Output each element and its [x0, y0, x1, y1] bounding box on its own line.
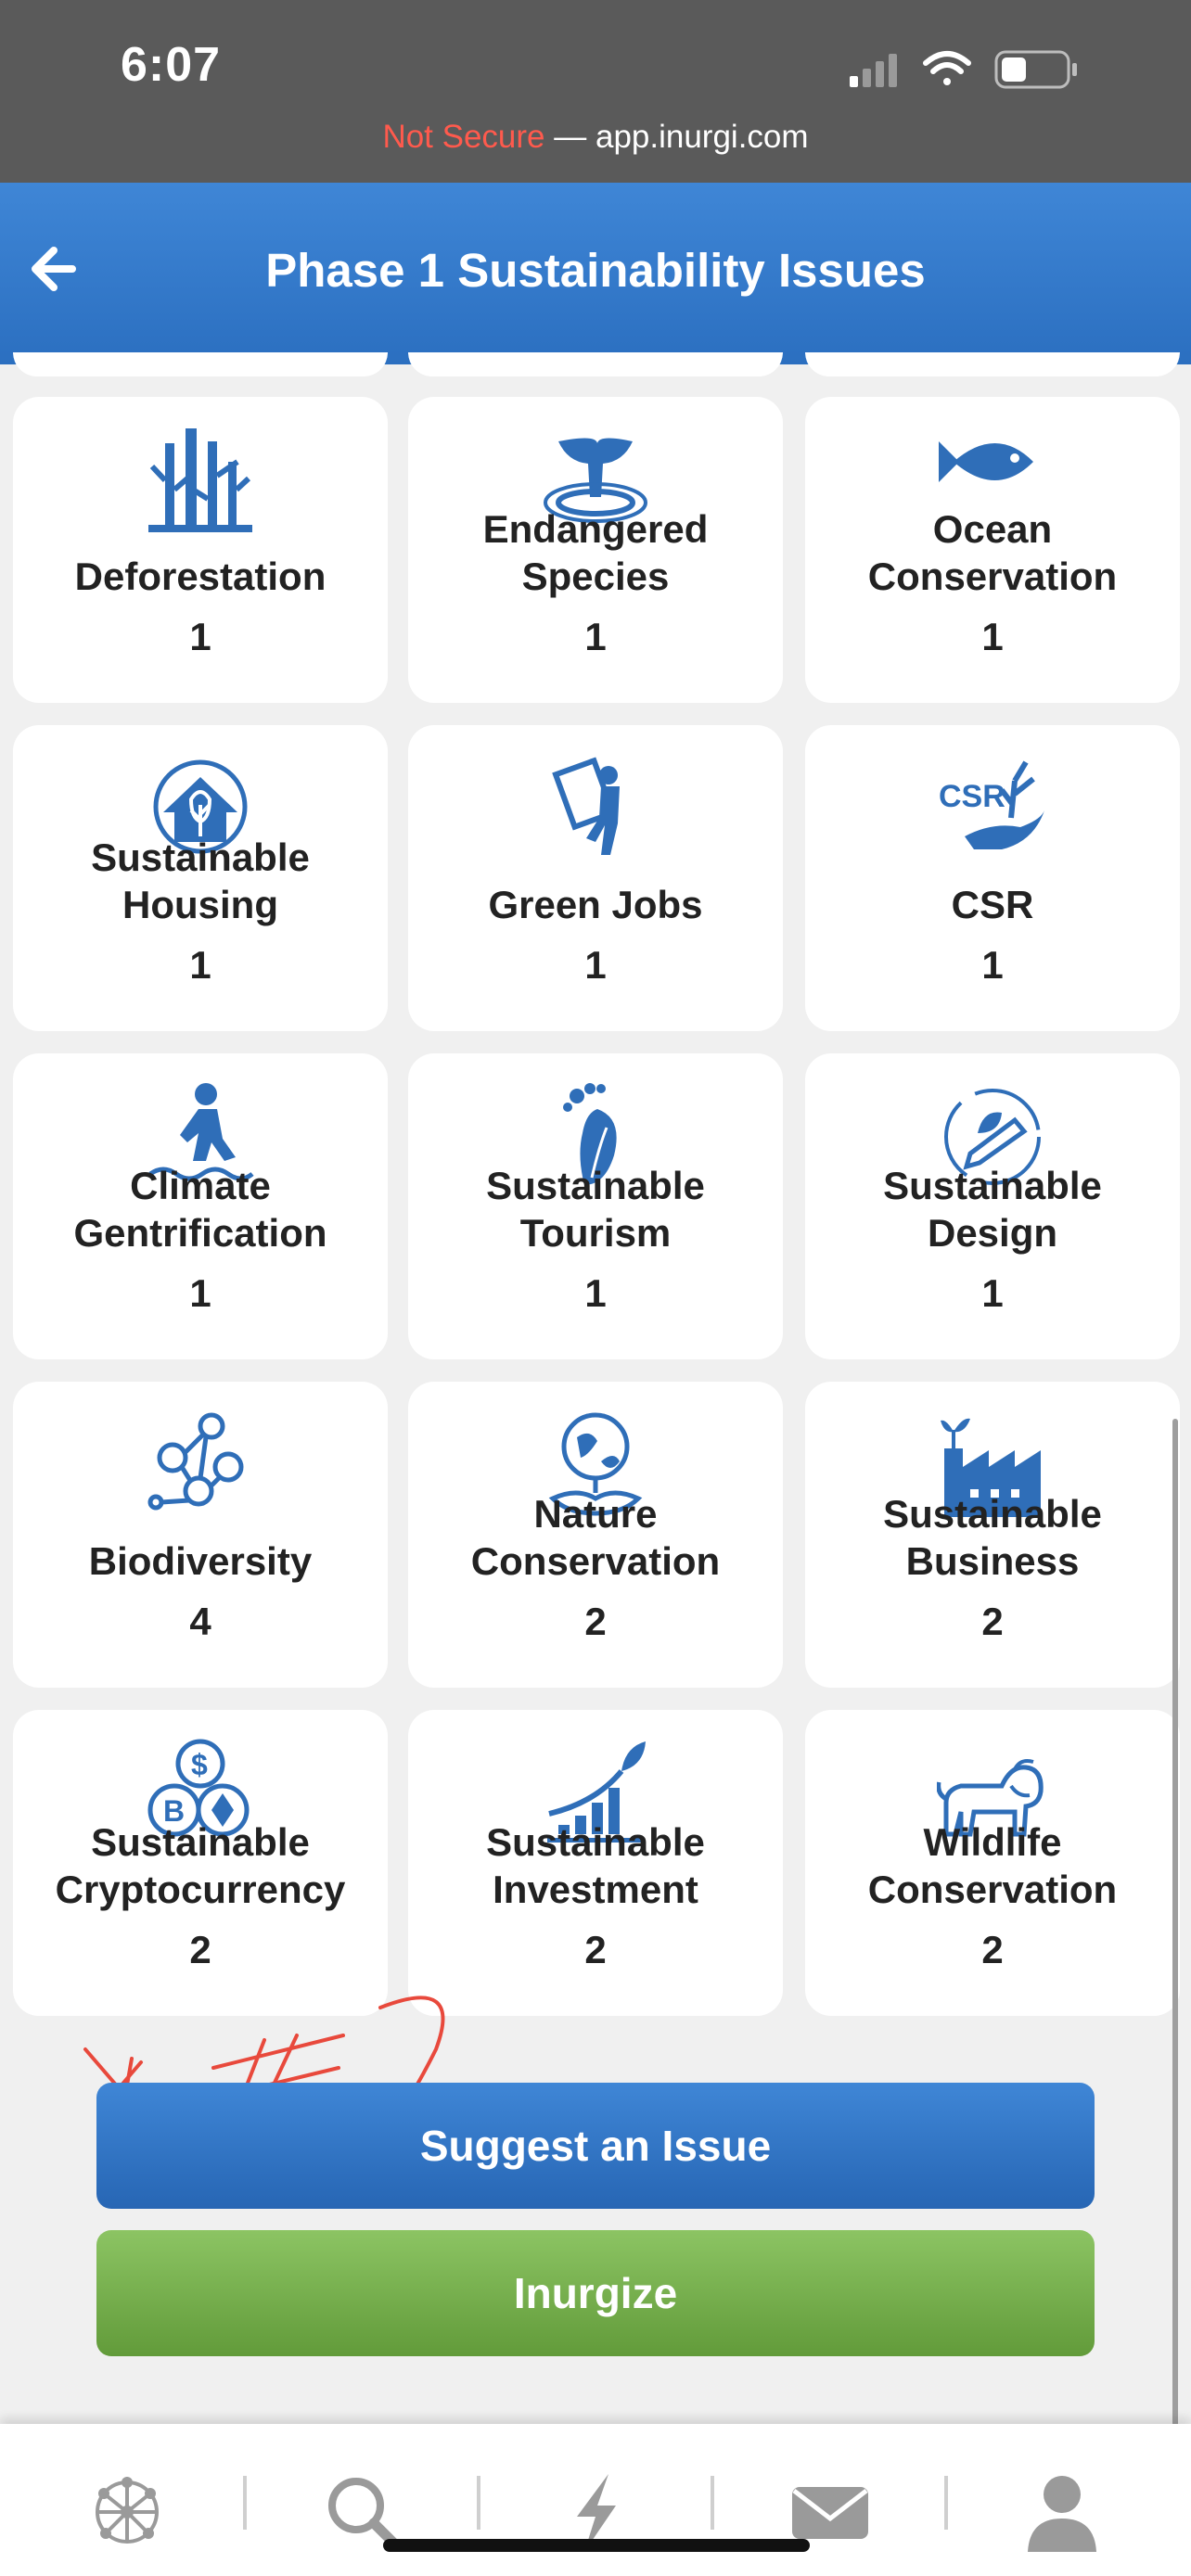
issue-card[interactable]: CSR CSR 1	[805, 725, 1180, 1031]
issue-card[interactable]: Biodiversity 4	[13, 1382, 388, 1688]
deforestation-icon	[148, 428, 252, 532]
issue-name: Sustainable Housing	[91, 835, 310, 926]
issue-card[interactable]: $ B Sustainable Cryptocurrency 2	[13, 1710, 388, 2016]
issue-count: 1	[584, 1271, 607, 1315]
issue-card[interactable]: Nature Conservation 2	[408, 1382, 783, 1688]
scrollbar[interactable]	[1172, 1419, 1178, 2448]
worker-panel-icon	[552, 757, 620, 855]
status-time: 6:07	[121, 38, 222, 92]
issue-card[interactable]: Sustainable Tourism 1	[408, 1053, 783, 1359]
issue-card[interactable]: Climate Gentrification 1	[13, 1053, 388, 1359]
page-title: Phase 1 Sustainability Issues	[265, 244, 926, 297]
issue-name: Climate Gentrification	[73, 1164, 327, 1255]
url-bar[interactable]: Not Secure — app.inurgi.com	[0, 119, 1191, 156]
app-header: Phase 1 Sustainability Issues	[0, 183, 1191, 364]
nav-divider	[944, 2476, 948, 2530]
issue-name: Sustainable Design	[883, 1164, 1102, 1255]
issue-card[interactable]: Green Jobs 1	[408, 725, 783, 1031]
wifi-icon	[923, 51, 971, 85]
not-secure-label: Not Secure	[382, 119, 545, 155]
issue-card[interactable]: Sustainable Business 2	[805, 1382, 1180, 1688]
network-icon[interactable]	[85, 2470, 169, 2554]
issue-count: 2	[584, 1600, 607, 1643]
issue-count: 1	[981, 615, 1004, 658]
issue-count: 1	[584, 943, 607, 987]
issue-name: Sustainable Business	[883, 1492, 1102, 1583]
issue-card[interactable]: Endangered Species 1	[408, 397, 783, 703]
issue-card[interactable]: Ocean Conservation 1	[805, 397, 1180, 703]
issue-card[interactable]: Sustainable Housing 1	[13, 725, 388, 1031]
issue-count: 1	[189, 1271, 211, 1315]
issue-name: Wildlife Conservation	[867, 1820, 1118, 1911]
csr-hand-plant-icon: CSR	[939, 760, 1044, 849]
bottom-nav	[0, 2424, 1191, 2576]
issue-name: Sustainable Investment	[486, 1820, 705, 1911]
battery-icon	[994, 50, 1077, 89]
status-bar: 6:07 Not Secure — app.inurgi.com	[0, 0, 1191, 183]
issue-card[interactable]: Sustainable Investment 2	[408, 1710, 783, 2016]
issue-name: Nature Conservation	[470, 1492, 721, 1583]
scrolled-cards-edge	[0, 352, 1191, 376]
home-indicator	[383, 2539, 810, 2552]
nav-divider	[477, 2476, 480, 2530]
issue-name: Green Jobs	[488, 883, 703, 926]
issue-count: 1	[189, 943, 211, 987]
issue-card[interactable]: Deforestation 1	[13, 397, 388, 703]
issue-count: 1	[189, 615, 211, 658]
issue-count: 1	[981, 943, 1004, 987]
issue-count: 2	[981, 1928, 1004, 1971]
issue-count: 4	[189, 1600, 211, 1643]
svg-text:CSR: CSR	[939, 779, 1005, 814]
issue-name: Sustainable Tourism	[486, 1164, 705, 1255]
url-host: app.inurgi.com	[595, 119, 809, 155]
issue-name: Ocean Conservation	[867, 507, 1118, 598]
issue-count: 2	[981, 1600, 1004, 1643]
signal-icon	[850, 54, 897, 87]
issue-name: Sustainable Cryptocurrency	[55, 1820, 346, 1911]
issue-count: 1	[584, 615, 607, 658]
issue-name: Deforestation	[74, 555, 327, 598]
issue-count: 2	[189, 1928, 211, 1971]
issue-count: 2	[584, 1928, 607, 1971]
issue-name: Biodiversity	[88, 1539, 313, 1583]
profile-icon[interactable]	[1020, 2470, 1104, 2554]
issue-card[interactable]: Sustainable Design 1	[805, 1053, 1180, 1359]
suggest-issue-button[interactable]: Suggest an Issue	[96, 2083, 1095, 2209]
svg-text:$: $	[191, 1748, 208, 1781]
issue-name: Endangered Species	[482, 507, 709, 598]
biodiversity-network-icon	[147, 1412, 244, 1511]
inurgize-button[interactable]: Inurgize	[96, 2230, 1095, 2356]
issue-name: CSR	[951, 883, 1034, 926]
status-icons	[850, 50, 1077, 89]
issue-card[interactable]: Wildlife Conservation 2	[805, 1710, 1180, 2016]
issue-count: 1	[981, 1271, 1004, 1315]
url-separator: —	[544, 119, 596, 155]
nav-divider	[243, 2476, 247, 2530]
nav-divider	[711, 2476, 714, 2530]
